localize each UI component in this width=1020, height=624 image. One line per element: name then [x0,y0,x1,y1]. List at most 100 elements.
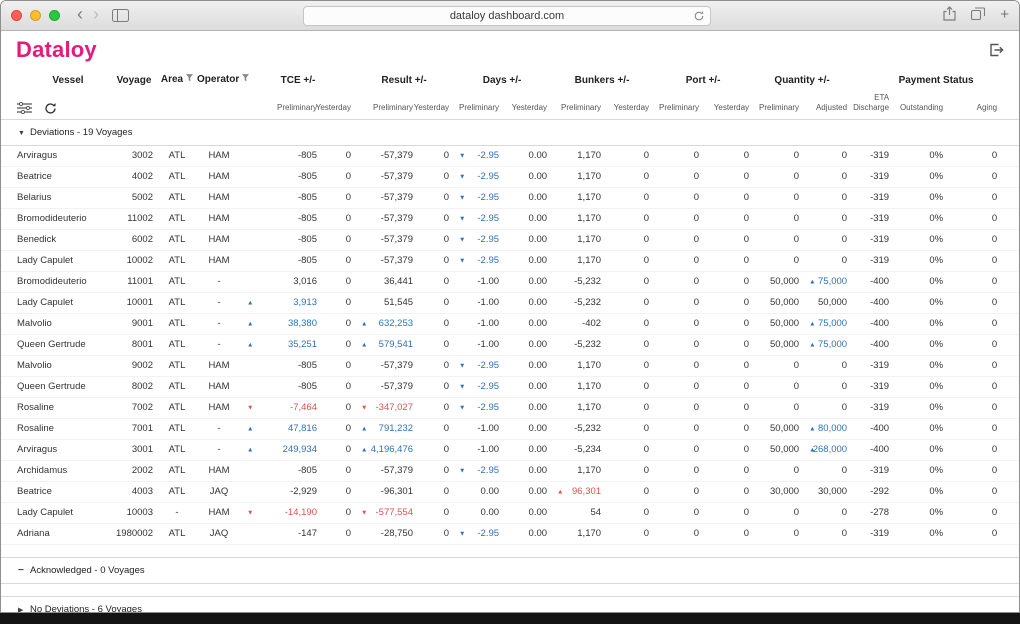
filter-icon[interactable] [242,74,249,85]
value-cell: 0 [605,271,653,292]
value-cell: 0% [893,187,947,208]
refresh-icon[interactable] [44,102,57,115]
value-cell: -805 [241,250,321,271]
value-cell: 0 [753,229,803,250]
table-row[interactable]: Archidamus2002ATLHAM-8050-57,3790▼-2.950… [1,460,1020,481]
operator-cell: - [197,418,241,439]
value-cell: 0 [321,523,355,544]
value-cell: -1.00 [453,292,503,313]
value-cell: 0 [653,292,703,313]
section-toggle-icon[interactable]: − [18,565,30,576]
value-cell: 4003 [111,481,157,502]
value-cell: 1,170 [551,250,605,271]
table-row[interactable]: Lady Capulet10001ATL-▲3,913051,5450-1.00… [1,292,1020,313]
value-cell: 11002 [111,208,157,229]
sidebar-toggle-icon[interactable] [112,9,129,22]
table-row[interactable]: Lady Capulet10003-HAM▼-14,1900▼-577,5540… [1,502,1020,523]
table-row[interactable]: Benedick6002ATLHAM-8050-57,3790▼-2.950.0… [1,229,1020,250]
value-cell: ▼-347,027 [355,397,417,418]
value-cell: 0 [417,313,453,334]
reload-icon[interactable] [693,10,705,22]
subheader-yesterday: Yesterday [321,91,355,119]
table-row[interactable]: Bromodideuterio11002ATLHAM-8050-57,3790▼… [1,208,1020,229]
section-toggle-icon[interactable]: ▶ [18,606,30,614]
value-cell: 0 [947,523,1020,544]
value-cell: 0 [803,145,851,166]
value-cell: -1.00 [453,313,503,334]
value-cell: 1,170 [551,187,605,208]
table-row[interactable]: Queen Gertrude8002ATLHAM-8050-57,3790▼-2… [1,376,1020,397]
new-tab-icon[interactable]: + [1000,7,1009,22]
tabs-overview-icon[interactable] [971,7,985,25]
back-button[interactable]: ‹ [72,5,88,23]
table-row[interactable]: Arviragus3002ATLHAM-8050-57,3790▼-2.950.… [1,145,1020,166]
up-arrow-icon: ▲ [809,425,815,432]
value-cell: 0 [321,187,355,208]
share-icon[interactable] [943,6,956,26]
value-cell: 0 [417,502,453,523]
section-header-no-deviations[interactable]: ▶No Deviations - 6 Voyages [1,596,1020,613]
column-group-days: Days +/- [453,69,551,91]
table-row[interactable]: Lady Capulet10002ATLHAM-8050-57,3790▼-2.… [1,250,1020,271]
operator-cell: HAM [197,229,241,250]
down-arrow-icon: ▼ [459,215,465,222]
address-bar-url: dataloy dashboard.com [450,10,564,22]
subheader-yesterday: Yesterday [417,91,453,119]
table-row[interactable]: Beatrice4003ATLJAQ-2,9290-96,30100.000.0… [1,481,1020,502]
operator-cell: HAM [197,397,241,418]
section-header-acknowledged[interactable]: −Acknowledged - 0 Voyages [1,557,1020,583]
value-cell: 0 [947,481,1020,502]
forward-button[interactable]: › [88,5,104,23]
table-row[interactable]: Beatrice4002ATLHAM-8050-57,3790▼-2.950.0… [1,166,1020,187]
table-row[interactable]: Queen Gertrude8001ATL-▲35,2510▲579,5410-… [1,334,1020,355]
vessel-cell: Archidamus [1,460,111,481]
table-row[interactable]: Bromodideuterio11001ATL-3,016036,4410-1.… [1,271,1020,292]
table-row[interactable]: Malvolio9002ATLHAM-8050-57,3790▼-2.950.0… [1,355,1020,376]
area-cell: ATL [157,187,197,208]
minimize-window-button[interactable] [30,10,41,21]
value-cell: 0 [321,439,355,460]
browser-window: ‹ › dataloy dashboard.com + Dataloy [0,0,1020,613]
table-row[interactable]: Arviragus3001ATL-▲249,9340▲4,196,4760-1.… [1,439,1020,460]
value-cell: 0 [947,439,1020,460]
filter-icon[interactable] [186,74,193,85]
up-arrow-icon: ▲ [361,320,367,327]
vessel-cell: Malvolio [1,355,111,376]
table-row[interactable]: Rosaline7001ATL-▲47,8160▲791,2320-1.000.… [1,418,1020,439]
value-cell: 2002 [111,460,157,481]
table-row[interactable]: Adriana1980002ATLJAQ-1470-28,7500▼-2.950… [1,523,1020,544]
value-cell: 0 [803,166,851,187]
value-cell: 0 [753,460,803,481]
zoom-window-button[interactable] [49,10,60,21]
table-row[interactable]: Rosaline7002ATLHAM▼-7,4640▼-347,0270▼-2.… [1,397,1020,418]
value-cell: 3,016 [241,271,321,292]
column-settings-icon[interactable] [17,102,32,114]
close-window-button[interactable] [11,10,22,21]
value-cell: 50,000 [753,334,803,355]
section-header-deviations[interactable]: ▼Deviations - 19 Voyages [1,119,1020,145]
subheader-eta-discharge: ETA Discharge [851,91,893,119]
value-cell: 0 [703,334,753,355]
value-cell: 0 [321,418,355,439]
value-cell: 0 [605,460,653,481]
value-cell: 0.00 [503,355,551,376]
logout-icon[interactable] [988,42,1004,58]
value-cell: 0.00 [503,166,551,187]
value-cell: 0% [893,229,947,250]
value-cell: -57,379 [355,145,417,166]
area-cell: ATL [157,145,197,166]
section-toggle-icon[interactable]: ▼ [18,130,30,137]
vessel-cell: Lady Capulet [1,250,111,271]
column-group-voyage: Voyage [111,69,157,91]
value-cell: 0 [753,145,803,166]
value-cell: ▼-2.95 [453,376,503,397]
value-cell: 0 [753,187,803,208]
vessel-cell: Lady Capulet [1,502,111,523]
table-row[interactable]: Belarius5002ATLHAM-8050-57,3790▼-2.950.0… [1,187,1020,208]
value-cell: 0 [703,481,753,502]
address-bar[interactable]: dataloy dashboard.com [303,6,711,26]
value-cell: 0 [605,145,653,166]
vessel-cell: Beatrice [1,166,111,187]
table-row[interactable]: Malvolio9001ATL-▲38,3800▲632,2530-1.000.… [1,313,1020,334]
operator-cell: HAM [197,145,241,166]
